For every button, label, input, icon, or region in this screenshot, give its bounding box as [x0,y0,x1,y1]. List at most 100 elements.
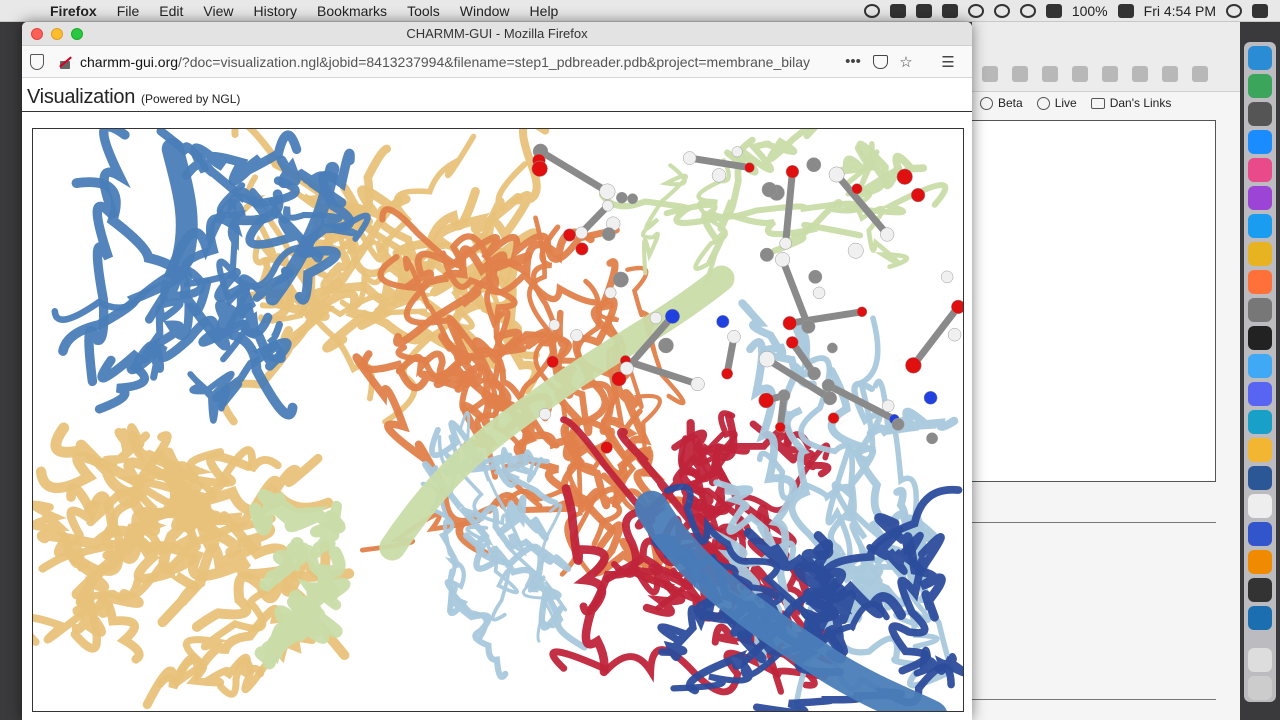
headphones-icon[interactable] [1248,522,1272,546]
ligand-atom [562,228,576,242]
protein-ribbon [161,137,198,270]
url-path: /?doc=visualization.ngl&jobid=8413237994… [178,53,811,70]
library-icon[interactable] [1102,66,1118,82]
url-domain: charmm-gui.org [80,53,179,70]
ligand-atom [822,391,837,406]
menu-help[interactable]: Help [520,3,569,19]
bookmark-label: Beta [998,96,1023,110]
app-store-icon[interactable] [1248,130,1272,154]
bookmark-star-icon[interactable]: ☆ [896,53,916,71]
podcasts-icon[interactable] [1248,186,1272,210]
page-actions-menu-button[interactable]: ••• [843,53,863,70]
system-preferences-icon[interactable] [1248,102,1272,126]
bookmark-live[interactable]: Live [1036,96,1077,110]
bookmarks-bar: Beta Live Dan's Links [980,96,1171,110]
hamburger-menu-icon[interactable]: ☰ [938,53,958,71]
battery-icon[interactable] [1117,3,1134,18]
bookmark-dans-links[interactable]: Dan's Links [1090,96,1172,110]
terminal-icon[interactable] [1248,326,1272,350]
safari-icon[interactable] [1248,214,1272,238]
firefox-window: CHARMM-GUI - Mozilla Firefox charmm-gui.… [22,22,972,720]
record-icon[interactable] [863,3,880,18]
ligand-atom [821,378,835,392]
title-bar[interactable]: CHARMM-GUI - Mozilla Firefox [22,22,972,46]
macos-menu-bar: Firefox File Edit View History Bookmarks… [0,0,1280,22]
menu-history[interactable]: History [243,3,307,19]
notification-center-icon[interactable] [1252,3,1268,18]
elephant-icon[interactable] [1248,298,1272,322]
ligand-atom [601,227,616,241]
spotlight-icon[interactable] [1226,3,1242,18]
ligand-atom [926,432,938,445]
flag-icon[interactable] [1045,3,1062,18]
menu-bookmarks[interactable]: Bookmarks [307,3,397,19]
finder-icon[interactable] [1248,46,1272,70]
molecule-canvas[interactable] [33,129,963,711]
extension-icon[interactable] [982,66,998,82]
trash-icon[interactable] [1248,676,1272,700]
menu-window[interactable]: Window [450,3,520,19]
ligand-atom [761,181,778,198]
menu-view[interactable]: View [193,3,243,19]
airplay-icon[interactable] [941,3,958,18]
ligand-atom [910,187,926,203]
minimize-window-button[interactable] [51,27,63,40]
ligand-atom [531,160,548,177]
word-icon[interactable] [1248,466,1272,490]
messages-icon[interactable] [1248,354,1272,378]
ligand-atom [951,299,963,314]
close-window-button[interactable] [31,27,43,40]
extension-icon[interactable] [1042,66,1058,82]
ligand-atom [759,247,774,262]
ligand-atom [619,361,634,376]
upload-icon[interactable] [889,3,906,18]
dropbox-icon[interactable] [915,3,932,18]
page-icon[interactable] [1162,66,1178,82]
url-bar[interactable]: charmm-gui.org/?doc=visualization.ngl&jo… [80,54,835,70]
discord-icon[interactable] [1248,382,1272,406]
account-icon[interactable] [1132,66,1148,82]
document-icon[interactable] [1248,494,1272,518]
extension-icon[interactable] [1072,66,1088,82]
obs-icon[interactable] [1248,578,1272,602]
ligand-atom [570,329,583,342]
pocket-icon[interactable] [873,54,888,69]
firefox-icon[interactable] [1248,270,1272,294]
maps-icon[interactable] [1248,74,1272,98]
downloads-icon[interactable] [1248,648,1272,672]
menu-tools[interactable]: Tools [397,3,450,19]
ligand-atom [538,408,552,421]
ligand-atom [548,319,561,331]
clock[interactable]: Fri 4:54 PM [1144,3,1216,19]
time-machine-icon[interactable] [967,3,984,18]
app-icon[interactable] [1248,410,1272,434]
bluetooth-icon[interactable] [993,3,1010,18]
menu-icon[interactable] [1192,66,1208,82]
battery-percent[interactable]: 100% [1072,3,1108,19]
ngl-molecular-viewer[interactable] [32,128,964,712]
tracking-protection-icon[interactable] [30,53,44,70]
insecure-lock-icon[interactable] [58,55,72,69]
ligand-atom [602,200,614,212]
ligand-atom [812,286,826,300]
maximize-window-button[interactable] [71,27,83,40]
globe-icon [1036,96,1050,110]
ligand-atom [826,342,838,354]
bookmark-label: Dan's Links [1109,96,1172,110]
vlc-icon[interactable] [1248,550,1272,574]
page-subtitle: (Powered by NGL) [141,92,241,106]
reader-icon[interactable] [1012,66,1028,82]
menu-file[interactable]: File [107,3,150,19]
music-icon[interactable] [1248,158,1272,182]
menu-app-firefox[interactable]: Firefox [40,3,107,19]
window-title: CHARMM-GUI - Mozilla Firefox [406,26,588,41]
window-controls [22,27,83,40]
quicktime-icon[interactable] [1248,606,1272,630]
idea-icon[interactable] [1248,438,1272,462]
bookmark-beta[interactable]: Beta [980,96,1023,110]
wifi-icon[interactable] [1019,3,1036,18]
menu-edit[interactable]: Edit [149,3,193,19]
ligand-atom [658,337,674,354]
folder-icon [1090,97,1105,109]
chrome-icon[interactable] [1248,242,1272,266]
